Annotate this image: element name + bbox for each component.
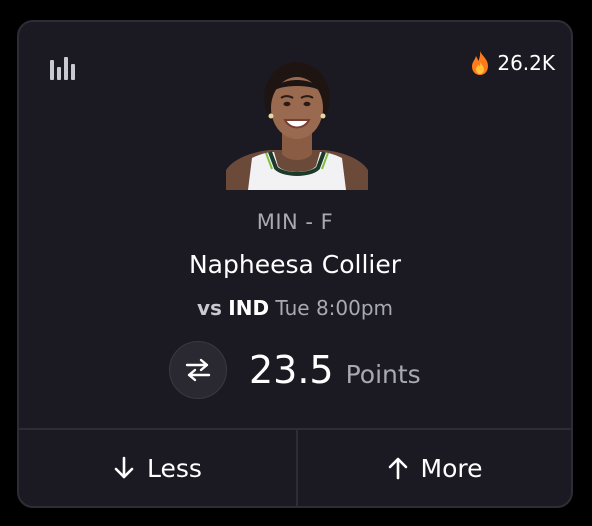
more-button[interactable]: More [298,430,571,506]
game-time: Tue 8:00pm [275,296,394,320]
flame-icon [469,50,491,76]
bar-chart-icon[interactable] [49,56,79,82]
less-label: Less [147,453,202,483]
popularity-count: 26.2K [497,51,555,75]
swap-arrows-icon[interactable] [169,341,227,399]
popularity-indicator: 26.2K [469,48,555,78]
player-name: Napheesa Collier [188,250,402,279]
line-value: 23.5 [249,348,334,392]
team-position: MIN - F [256,210,334,234]
arrow-up-icon [387,456,409,480]
matchup-info: vs IND Tue 8:00pm [19,296,571,320]
opponent-team: IND [228,296,270,320]
more-label: More [420,453,483,483]
stat-type: Points [345,359,421,389]
projection-card: 26.2K MIN - F Napheesa Collier vs IND Tu… [17,20,573,508]
player-headshot [226,58,368,190]
projection-line: 23.5 Points [169,340,421,400]
less-button[interactable]: Less [19,430,296,506]
vs-label: vs [196,296,222,320]
arrow-down-icon [113,456,135,480]
